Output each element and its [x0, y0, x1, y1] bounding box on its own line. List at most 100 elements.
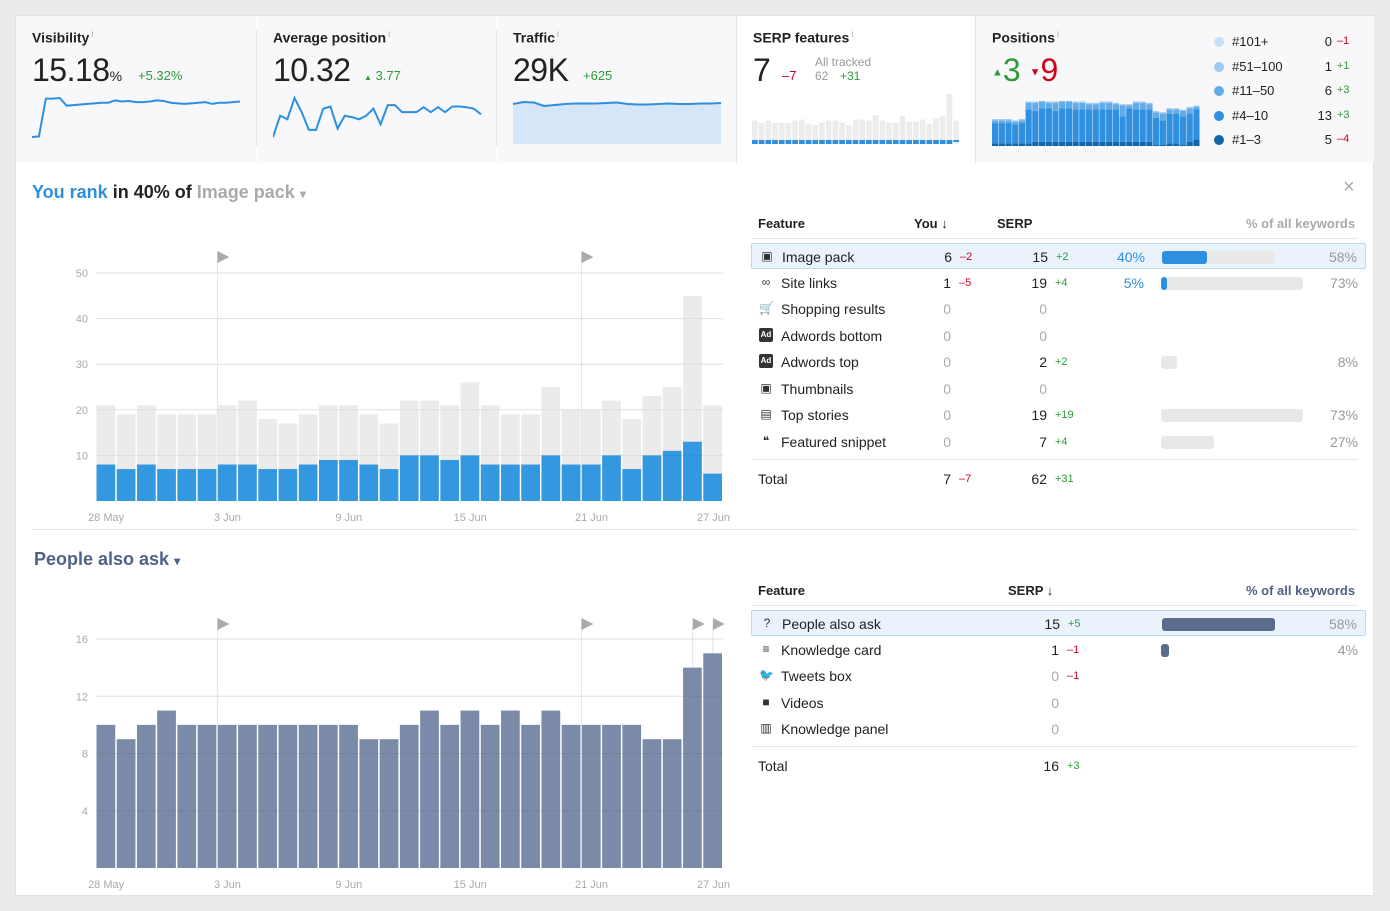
info-icon[interactable]: i — [851, 29, 853, 39]
serp-you-bar — [886, 140, 892, 144]
legend-value: 0 — [1324, 34, 1332, 49]
positions-bar-segment — [1146, 104, 1153, 110]
header-pct-keywords[interactable]: % of all keywords — [1246, 583, 1355, 598]
serp-count: 19 — [1031, 407, 1047, 423]
traffic-card[interactable]: Traffic i 29K +625 — [497, 16, 736, 163]
table-row[interactable]: ▥ Knowledge panel 0 — [751, 716, 1366, 742]
feature-dropdown[interactable]: Image pack ▾ — [197, 182, 306, 202]
positions-bar-segment — [1092, 102, 1099, 105]
serp-you-bar — [765, 140, 772, 144]
table-row[interactable]: ≡ Knowledge card 1 –1 4% — [751, 637, 1366, 663]
table-row[interactable]: Ad Adwords top 0 2 +2 8% — [751, 349, 1366, 375]
knowledge-card-icon: ≡ — [762, 641, 770, 656]
close-icon[interactable]: × — [1343, 176, 1355, 199]
people-also-ask-dropdown[interactable]: People also ask ▾ — [34, 549, 180, 570]
serp-delta: +19 — [1055, 409, 1074, 421]
header-feature[interactable]: Feature — [758, 583, 805, 598]
positions-bar-segment — [1132, 109, 1140, 142]
info-icon[interactable]: i — [388, 29, 390, 39]
positions-legend-item[interactable]: #4–10 13 +3 — [1214, 108, 1364, 124]
positions-legend-item[interactable]: #11–50 6 +3 — [1214, 83, 1364, 99]
serp-count: 7 — [1039, 433, 1047, 450]
average-position-card[interactable]: Average position i 10.32 ▲ 3.77 — [257, 16, 496, 163]
you-count: 1 — [943, 274, 951, 291]
positions-stacked-sparkbars — [992, 101, 1200, 146]
bar-you — [440, 459, 460, 501]
header-pct-keywords[interactable]: % of all keywords — [1246, 216, 1355, 231]
positions-bar-segment — [1032, 101, 1039, 103]
x-tick-label: 3 Jun — [214, 879, 241, 891]
positions-legend-item[interactable]: #101+ 0 –1 — [1214, 34, 1364, 50]
bar-serp — [581, 724, 601, 868]
header-serp[interactable]: SERP ↓ — [1008, 583, 1053, 598]
positions-bar-segment — [1052, 102, 1059, 111]
positions-bar-segment — [1052, 141, 1059, 146]
bar-serp — [561, 724, 581, 868]
bar-you — [541, 455, 561, 501]
y-tick-label: 16 — [76, 634, 88, 646]
bar-you — [258, 469, 278, 501]
table-row[interactable]: ■ Videos 0 — [751, 690, 1366, 716]
header-feature[interactable]: Feature — [758, 216, 805, 231]
info-icon[interactable]: i — [1057, 29, 1059, 39]
share-bar-track — [1162, 251, 1276, 264]
table-row[interactable]: ❝ Featured snippet 0 7 +4 27% — [751, 429, 1366, 455]
y-tick-label: 10 — [76, 450, 88, 462]
serp-you-bar — [892, 140, 899, 144]
feature-name: Videos — [781, 694, 824, 711]
positions-bar-segment — [1106, 141, 1113, 146]
table-row[interactable]: ▣ Image pack 6 –2 15 +2 40% 58% — [751, 243, 1366, 269]
table-row[interactable]: ∞ Site links 1 –5 19 +4 5% 73% — [751, 270, 1366, 296]
legend-dot-icon — [1214, 86, 1224, 96]
total-divider — [751, 459, 1358, 460]
total-divider — [751, 746, 1358, 747]
visibility-card[interactable]: Visibility i 15.18% +5.32% — [16, 16, 256, 163]
bar-you — [622, 469, 642, 501]
bar-serp — [420, 710, 439, 868]
header-serp[interactable]: SERP — [997, 216, 1032, 231]
serp-features-value: 7 — [753, 52, 771, 88]
positions-bar-segment — [1173, 113, 1180, 144]
total-serp-delta: +31 — [1055, 473, 1074, 485]
you-count: 0 — [943, 407, 951, 423]
up-arrow-icon: ▲ — [992, 66, 1003, 79]
feature-name: Tweets box — [781, 668, 852, 684]
you-count: 0 — [943, 301, 951, 317]
table-row[interactable]: ▤ Top stories 0 19 +19 73% — [751, 402, 1366, 428]
y-tick-label: 50 — [76, 268, 88, 280]
bar-serp — [501, 710, 520, 868]
bar-you — [460, 455, 480, 501]
quote-icon: ❝ — [762, 433, 770, 448]
table-row[interactable]: 🛒 Shopping results 0 0 — [751, 296, 1366, 322]
bar-you — [581, 464, 601, 501]
serp-you-bar — [899, 140, 906, 144]
positions-bar-segment — [1025, 143, 1032, 146]
serp-you-bar — [866, 140, 872, 144]
y-tick-label: 20 — [76, 405, 88, 417]
positions-bar-segment — [1186, 141, 1193, 146]
table-row[interactable]: ? People also ask 15 +5 58% — [751, 610, 1366, 636]
avg-position-delta: ▲ 3.77 — [364, 68, 401, 83]
serp-features-sparkbars — [752, 94, 959, 144]
link-icon: ∞ — [761, 274, 771, 289]
positions-bar-segment — [1018, 119, 1026, 121]
positions-bar-segment — [1112, 109, 1119, 142]
info-icon[interactable]: i — [91, 29, 93, 39]
positions-bar-segment — [1159, 120, 1166, 145]
y-tick-label: 30 — [76, 359, 88, 371]
header-you[interactable]: You ↓ — [914, 216, 948, 231]
positions-bar-segment — [1126, 108, 1133, 142]
table-row[interactable]: 🐦 Tweets box 0 –1 — [751, 663, 1366, 689]
serp-you-bar — [953, 140, 959, 142]
positions-legend-item[interactable]: #1–3 5 –4 — [1214, 132, 1364, 148]
table-row[interactable]: Ad Adwords bottom 0 0 — [751, 323, 1366, 349]
positions-bar-segment — [1173, 109, 1180, 114]
positions-legend-item[interactable]: #51–100 1 +1 — [1214, 59, 1364, 75]
bar-you — [602, 455, 621, 501]
serp-features-card[interactable]: SERP features i 7 –7 All tracked 62 +31 — [736, 16, 976, 164]
serp-count: 0 — [1039, 301, 1047, 317]
info-icon[interactable]: i — [557, 29, 559, 39]
positions-bar-segment — [1018, 123, 1026, 144]
table-row[interactable]: ▣ Thumbnails 0 0 — [751, 376, 1366, 402]
news-icon: ▤ — [760, 407, 772, 421]
